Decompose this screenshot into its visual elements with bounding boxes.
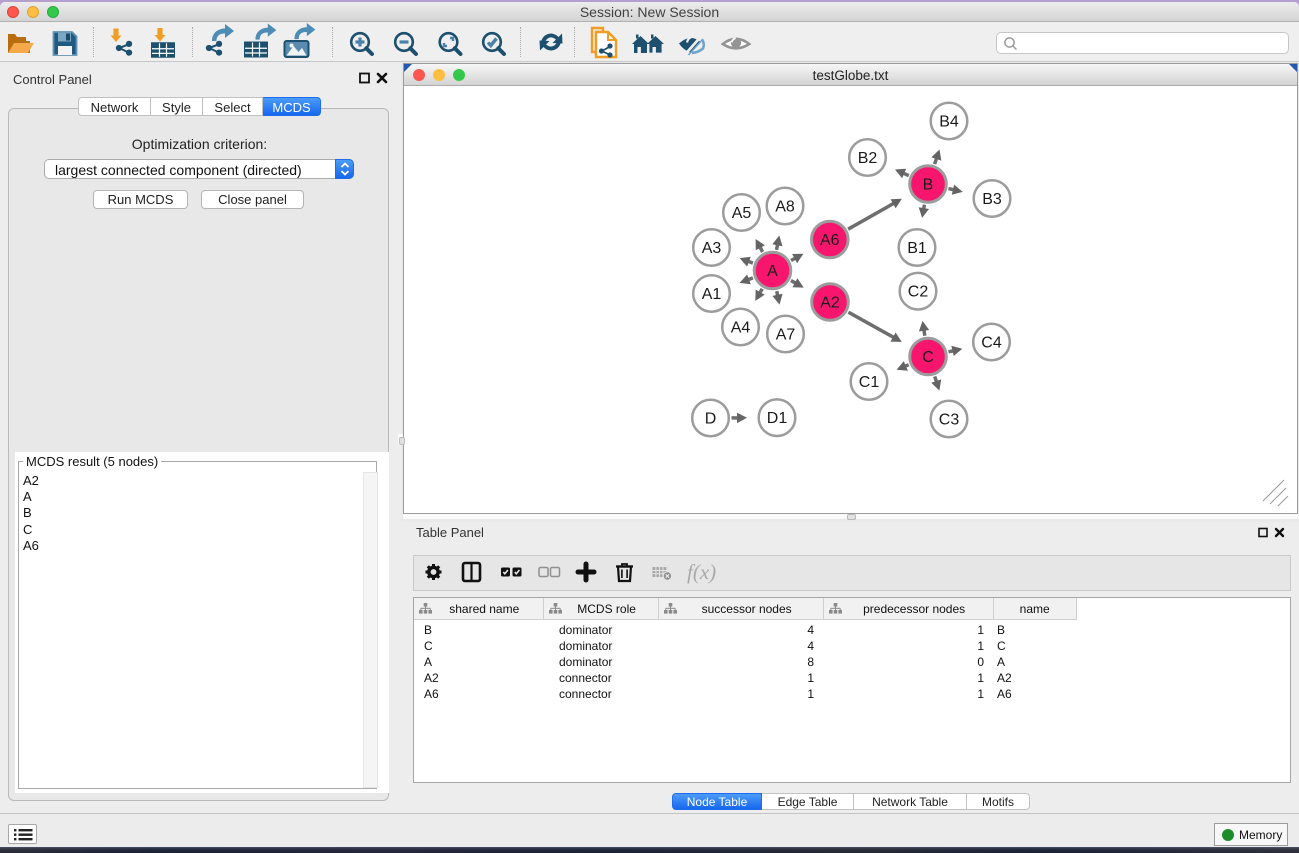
svg-text:f(x): f(x): [687, 560, 716, 584]
